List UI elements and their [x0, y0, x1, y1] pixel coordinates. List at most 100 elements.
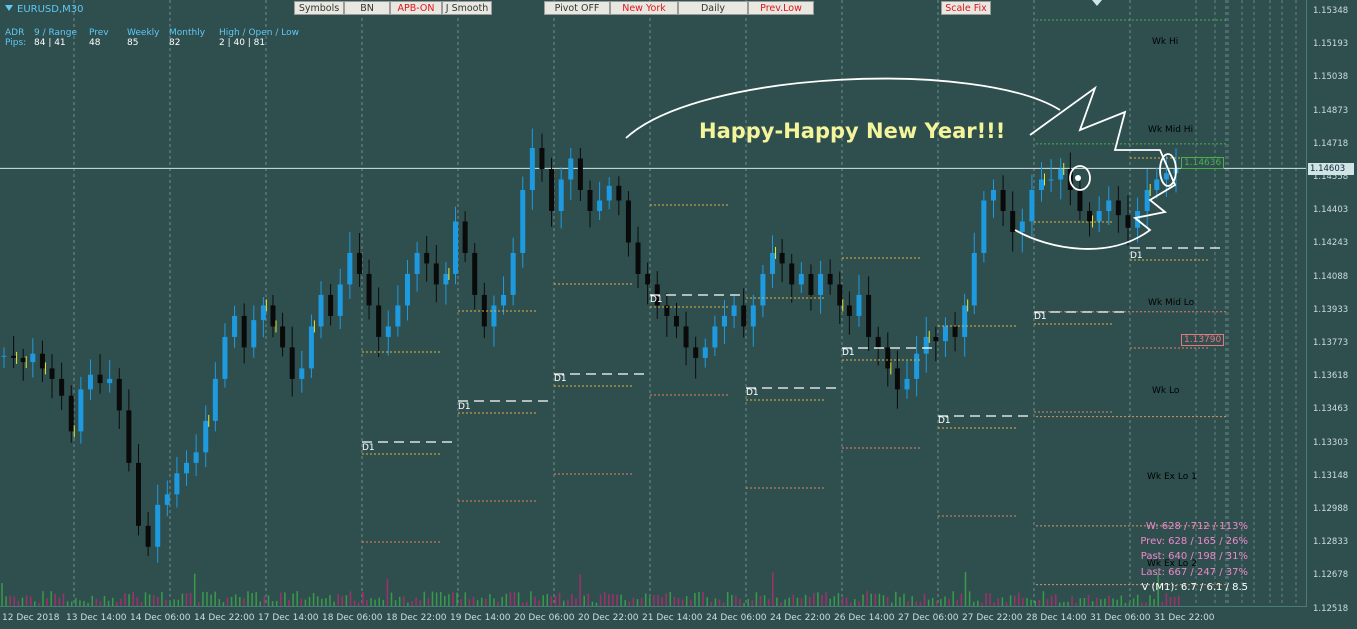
- price-tick-label: 1.12518: [1313, 603, 1349, 614]
- bear-candle: [289, 347, 295, 379]
- pivot-off-button[interactable]: Pivot OFF: [544, 1, 610, 15]
- bear-candle: [587, 189, 593, 211]
- time-tick-label: 14 Dec 06:00: [130, 613, 191, 623]
- price-tick-label: 1.14873: [1313, 105, 1349, 116]
- bear-candle: [241, 315, 247, 348]
- bear-candle: [462, 221, 468, 253]
- bear-candle: [1115, 200, 1121, 216]
- bull-candle: [203, 420, 209, 453]
- bear-candle: [424, 252, 430, 264]
- price-tick-label: 1.15038: [1313, 72, 1349, 83]
- bull-candle: [981, 200, 987, 253]
- price-tick-label: 1.13463: [1313, 404, 1349, 415]
- bull-candle: [1058, 169, 1064, 180]
- bear-candle: [673, 315, 679, 327]
- wk-mid-hi-label: Wk Mid Hi: [1148, 125, 1194, 135]
- bull-candle: [750, 305, 756, 327]
- time-tick-label: 20 Dec 22:00: [578, 613, 639, 623]
- bull-candle: [904, 378, 910, 390]
- stat-prev: Prev: 628 / 165 / 26%: [1140, 536, 1248, 547]
- bear-candle: [789, 263, 795, 285]
- bull-candle: [404, 273, 410, 306]
- apb-on-button[interactable]: APB-ON: [390, 1, 442, 15]
- bull-candle: [212, 378, 218, 421]
- bear-candle: [846, 305, 852, 316]
- plot-area[interactable]: EURUSD,M30 Symbols BN APB-ON J Smooth Pi…: [0, 0, 1307, 607]
- adr-prev-label: Prev: [89, 28, 109, 38]
- daily-button[interactable]: Daily: [678, 1, 748, 15]
- bull-candle: [568, 158, 574, 180]
- bull-candle: [164, 494, 170, 505]
- price-tick-label: 1.14243: [1313, 238, 1349, 249]
- bear-candle: [126, 410, 132, 463]
- price-tick-label: 1.15348: [1313, 6, 1349, 16]
- j-smooth-button[interactable]: J Smooth: [442, 1, 492, 15]
- price-tick-label: 1.14403: [1313, 205, 1349, 216]
- bear-candle: [116, 378, 122, 411]
- wk-mid-lo-label: Wk Mid Lo: [1148, 298, 1195, 308]
- adr-prev-value: 48: [89, 38, 101, 48]
- price-box-low: 1.13790: [1181, 334, 1225, 346]
- bear-candle: [616, 185, 622, 201]
- bear-candle: [11, 355, 17, 358]
- bear-candle: [39, 353, 45, 369]
- bull-candle: [174, 473, 180, 495]
- bull-candle: [260, 305, 266, 321]
- bull-candle: [510, 252, 516, 295]
- pig-pupil-doodle: [1075, 175, 1081, 181]
- chart-window[interactable]: EURUSD,M30 Symbols BN APB-ON J Smooth Pi…: [0, 0, 1357, 629]
- bear-candle: [875, 336, 881, 348]
- adr-monthly-label: Monthly: [169, 28, 206, 38]
- prev-low-button[interactable]: Prev.Low: [748, 1, 814, 15]
- bear-candle: [356, 252, 362, 274]
- bear-candle: [145, 525, 151, 547]
- bull-candle: [721, 315, 727, 327]
- d1-label: D1: [746, 388, 759, 398]
- bear-candle: [328, 294, 334, 316]
- symbol-text: EURUSD,M30: [17, 4, 84, 15]
- bull-candle: [558, 179, 564, 211]
- price-tick-label: 1.13148: [1313, 470, 1349, 481]
- time-tick-label: 24 Dec 06:00: [706, 613, 767, 623]
- bull-candle: [414, 252, 420, 274]
- bull-candle: [731, 305, 737, 316]
- bull-candle: [1019, 221, 1025, 232]
- bull-candle: [1039, 179, 1045, 190]
- bear-candle: [59, 378, 65, 396]
- bull-candle: [443, 273, 449, 285]
- bear-candle: [635, 242, 641, 274]
- symbol-label: EURUSD,M30: [5, 4, 83, 15]
- bull-candle: [1029, 189, 1035, 222]
- bull-candle: [299, 368, 305, 379]
- time-tick-label: 26 Dec 14:00: [834, 613, 895, 623]
- bear-candle: [808, 273, 814, 295]
- price-box-top: 1.14636: [1181, 157, 1225, 169]
- bull-candle: [798, 273, 804, 285]
- bull-candle: [971, 252, 977, 306]
- bear-candle: [577, 158, 583, 190]
- bear-candle: [270, 305, 276, 327]
- bull-candle: [606, 185, 612, 201]
- bear-candle: [837, 284, 843, 306]
- price-tick-label: 1.12678: [1313, 570, 1349, 581]
- bear-candle: [894, 368, 900, 390]
- bull-candle: [760, 273, 766, 306]
- bear-candle: [933, 336, 939, 342]
- bull-candle: [491, 305, 497, 327]
- time-tick-label: 13 Dec 14:00: [66, 613, 127, 623]
- bull-candle: [395, 305, 401, 327]
- bn-button[interactable]: BN: [344, 1, 390, 15]
- bear-candle: [433, 263, 439, 285]
- wk-ex-lo-1-label: Wk Ex Lo 1: [1147, 472, 1197, 482]
- bear-candle: [1010, 210, 1016, 232]
- bull-candle: [1163, 173, 1169, 180]
- dropdown-triangle-icon[interactable]: [5, 5, 13, 11]
- d1-label: D1: [938, 416, 951, 426]
- scale-fix-button[interactable]: Scale Fix: [941, 1, 991, 15]
- symbols-button[interactable]: Symbols: [294, 1, 344, 15]
- adr-pips-label: Pips:: [5, 38, 27, 48]
- new-york-button[interactable]: New York: [610, 1, 678, 15]
- bear-candle: [952, 326, 958, 337]
- bear-candle: [549, 169, 555, 211]
- adr-monthly-value: 82: [169, 38, 181, 48]
